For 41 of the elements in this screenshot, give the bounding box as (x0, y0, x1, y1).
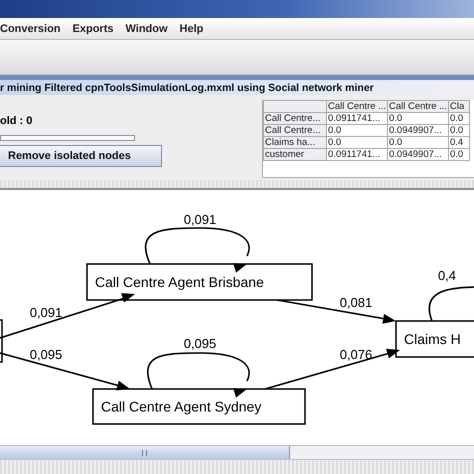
menu-item[interactable]: Conversion (0, 22, 61, 34)
menu-item[interactable]: Window (125, 22, 168, 34)
splitter-bar[interactable] (0, 180, 474, 190)
table-cell: 0.0 (326, 124, 388, 136)
scroll-thumb[interactable] (0, 446, 290, 459)
table-cell: 0.0 (448, 112, 470, 124)
row-header: customer (264, 148, 326, 160)
edge-label: 0,081 (340, 295, 372, 310)
column-header[interactable]: Call Centre ... (388, 100, 448, 112)
frame-title: r mining Filtered cpnToolsSimulationLog.mxml using Social network miner (0, 82, 374, 94)
table-cell: 0.0911741... (326, 148, 388, 160)
table-cell: 0.0949907... (388, 124, 448, 136)
edge-label: 0,095 (30, 347, 62, 362)
node-label: Claims H (404, 331, 461, 347)
table-cell: 0.0 (388, 112, 448, 124)
node-label: Call Centre Agent Brisbane (95, 274, 264, 290)
table-cell: 0.4 (448, 136, 470, 148)
row-header: Claims ha... (264, 136, 326, 148)
grip-icon (142, 450, 147, 456)
menu-item[interactable]: Exports (72, 22, 114, 34)
menu-item[interactable]: Help (180, 22, 204, 34)
edge-label: 0,091 (30, 305, 62, 320)
table-cell: 0.0 (326, 136, 388, 148)
remove-button[interactable]: Remove isolated nodes (0, 145, 162, 167)
scroll-bar[interactable] (0, 445, 474, 460)
column-header[interactable]: Call Centre ... (326, 100, 388, 112)
table-cell: 0.0 (448, 124, 470, 136)
threshold-label: old : 0 (0, 115, 34, 128)
edge-label: 0,076 (340, 347, 372, 362)
node-label: Call Centre Agent Sydney (101, 398, 262, 414)
slider-track[interactable] (0, 135, 135, 141)
table-cell: 0.0 (448, 148, 470, 160)
table-cell: 0.0 (388, 136, 448, 148)
table-cell: 0.0911741... (326, 112, 388, 124)
row-header: Call Centre... (264, 124, 326, 136)
column-header[interactable]: Cla (448, 100, 470, 112)
table-cell: 0.0949907... (388, 148, 448, 160)
edge-label: 0,095 (184, 336, 216, 351)
edge-label: 0,4 (438, 268, 456, 283)
edge-label: 0,091 (184, 212, 216, 227)
row-header: Call Centre... (264, 112, 326, 124)
